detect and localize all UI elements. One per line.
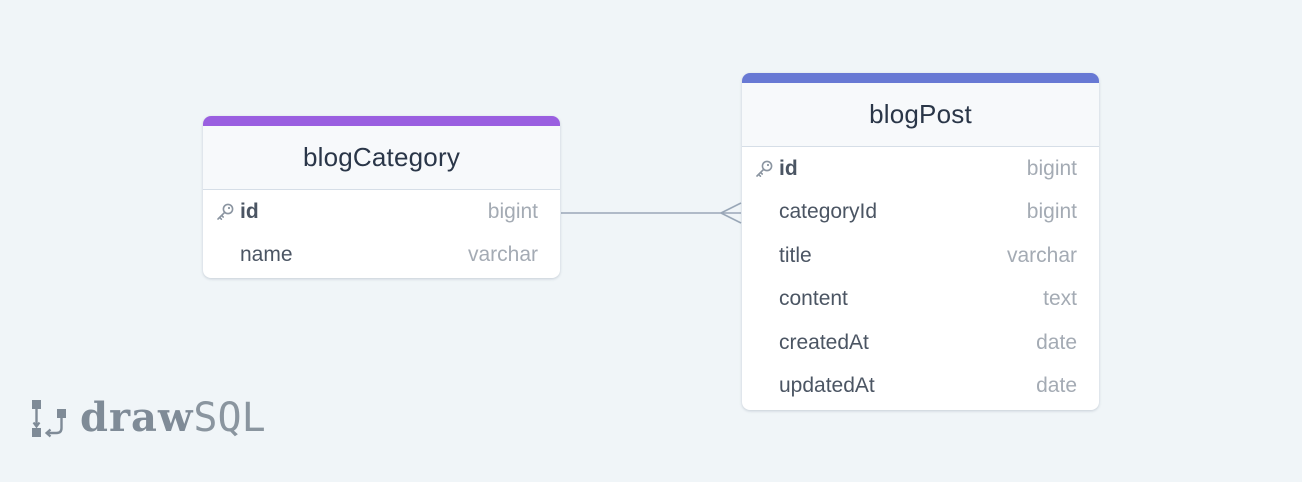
- column-name: updatedAt: [779, 374, 875, 398]
- table-title[interactable]: blogPost: [742, 83, 1099, 147]
- table-title[interactable]: blogCategory: [203, 126, 560, 190]
- column-type: text: [1043, 287, 1077, 311]
- logo-text-sql: SQL: [193, 394, 266, 441]
- table-accent-bar: [742, 73, 1099, 83]
- column-row-content[interactable]: content text: [742, 278, 1099, 322]
- column-row-id[interactable]: id bigint: [203, 190, 560, 234]
- column-row-updatedat[interactable]: updatedAt date: [742, 365, 1099, 409]
- column-row-categoryid[interactable]: categoryId bigint: [742, 191, 1099, 235]
- column-type: bigint: [1026, 200, 1077, 224]
- column-type: bigint: [1026, 156, 1077, 180]
- table-blogcategory[interactable]: blogCategory id bigint name varchar: [203, 116, 560, 278]
- column-type: varchar: [467, 243, 538, 267]
- table-accent-bar: [203, 116, 560, 126]
- drawsql-logo-icon: [30, 395, 70, 441]
- column-name: createdAt: [779, 330, 869, 354]
- column-type: bigint: [487, 199, 538, 223]
- diagram-canvas[interactable]: blogCategory id bigint name varchar blog…: [0, 0, 1302, 482]
- column-name: name: [240, 243, 293, 267]
- column-type: date: [1036, 330, 1077, 354]
- column-name: content: [779, 287, 848, 311]
- column-type: varchar: [1006, 243, 1077, 267]
- logo-text-draw: draw: [80, 394, 194, 441]
- column-type: date: [1036, 374, 1077, 398]
- crows-foot-upper: [720, 202, 742, 214]
- column-name: title: [779, 243, 812, 267]
- table-blogpost[interactable]: blogPost id bigint categoryId bigint tit…: [742, 73, 1099, 410]
- column-row-title[interactable]: title varchar: [742, 234, 1099, 278]
- column-name: categoryId: [779, 200, 878, 224]
- key-icon: [754, 159, 774, 179]
- column-row-name[interactable]: name varchar: [203, 234, 560, 278]
- drawsql-logo: draw SQL: [30, 394, 266, 441]
- column-name: id: [779, 156, 798, 180]
- column-row-createdat[interactable]: createdAt date: [742, 321, 1099, 365]
- column-name: id: [240, 199, 259, 223]
- key-icon: [215, 202, 235, 222]
- crows-foot-lower: [720, 212, 742, 224]
- column-row-id[interactable]: id bigint: [742, 147, 1099, 191]
